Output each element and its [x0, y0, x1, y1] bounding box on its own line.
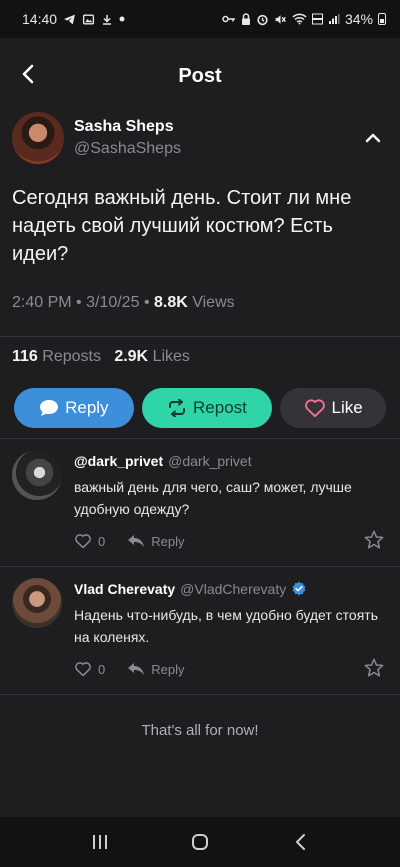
post-time: 2:40 PM [12, 294, 72, 311]
gallery-icon [82, 13, 95, 25]
repost-button[interactable]: Repost [141, 388, 273, 428]
like-label: Like [331, 398, 363, 417]
comment-like-button[interactable]: 0 [74, 533, 105, 549]
likes-label: Likes [152, 348, 190, 365]
dot-icon [119, 16, 125, 22]
alarm-icon [257, 14, 268, 25]
home-button[interactable] [180, 822, 220, 862]
key-icon [222, 15, 235, 23]
system-nav-bar [0, 817, 400, 867]
download-icon [103, 14, 112, 25]
reply-label: Reply [65, 398, 109, 417]
author-name[interactable]: Sasha Sheps [74, 117, 358, 137]
comment-text: Надень что-нибудь, в чем удобно будет ст… [74, 607, 379, 645]
lock-icon [241, 12, 250, 25]
likes-count: 2.9K [114, 348, 149, 365]
chevron-up-icon [365, 133, 381, 143]
commenter-handle: @dark_privet [168, 453, 252, 469]
likes-stat[interactable]: 2.9K Likes [114, 348, 190, 365]
comment-body: @dark_privet @dark_privet важный день для… [74, 452, 384, 520]
status-time: 14:40 [22, 11, 58, 27]
commenter-name[interactable]: Vlad Cherevaty [74, 581, 175, 597]
battery-percent: 34% [344, 11, 373, 27]
comment-reply-label: Reply [151, 533, 185, 549]
reply-arrow-icon [128, 663, 145, 675]
heart-icon [304, 399, 325, 418]
post-actions: Reply Repost Like [14, 388, 386, 428]
recents-button[interactable] [80, 822, 120, 862]
back-icon [296, 834, 305, 850]
telegram-icon [64, 14, 75, 24]
commenter-name[interactable]: @dark_privet [74, 453, 163, 469]
status-right: 34% [222, 11, 386, 27]
commenter-handle: @VladCherevaty [180, 581, 287, 597]
post-author: Sasha Sheps @SashaSheps [12, 112, 388, 164]
views-count: 8.8K [153, 294, 188, 311]
author-info[interactable]: Sasha Sheps @SashaSheps [74, 117, 358, 159]
wifi-icon [292, 13, 307, 25]
star-icon [364, 658, 384, 677]
comment-actions: 0 Reply [74, 530, 384, 552]
comment-item[interactable]: Vlad Cherevaty @VladCherevaty Надень что-… [0, 566, 400, 694]
end-of-thread-note: That's all for now! [141, 722, 259, 739]
post-text: Сегодня важный день. Стоит ли мне надеть… [12, 187, 352, 265]
comment-reply-button[interactable]: Reply [127, 534, 184, 549]
system-back-button[interactable] [280, 822, 320, 862]
collapse-button[interactable] [358, 123, 388, 153]
post-meta: 2:40 PM • 3/10/25 • 8.8K Views [12, 294, 235, 312]
repost-icon [169, 399, 186, 417]
comment-item[interactable]: @dark_privet @dark_privet важный день для… [0, 438, 400, 566]
star-icon [364, 530, 384, 549]
signal-icon [328, 14, 340, 24]
top-bar: Post [0, 38, 400, 114]
like-button[interactable]: Like [280, 388, 386, 428]
reposts-stat[interactable]: 116 Reposts [12, 348, 105, 365]
divider [0, 336, 400, 337]
author-avatar[interactable] [12, 112, 64, 164]
views-label: Views [192, 294, 235, 311]
page-title: Post [178, 64, 222, 87]
comment-text: важный день для чего, саш? может, лучше … [74, 479, 352, 517]
mute-icon [275, 14, 286, 24]
battery-icon [378, 13, 386, 25]
commenter-avatar[interactable] [12, 578, 62, 628]
meta-separator: • [76, 294, 87, 311]
recents-icon [93, 835, 107, 849]
comment-reply-button[interactable]: Reply [127, 662, 184, 677]
repost-label: Repost [193, 398, 247, 417]
divider [0, 694, 400, 695]
lte-icon [311, 13, 323, 25]
reposts-count: 116 [12, 348, 38, 365]
reply-arrow-icon [128, 535, 145, 547]
post-date: 3/10/25 [86, 294, 140, 311]
comment-header: @dark_privet @dark_privet [74, 452, 384, 470]
post-stats: 116 Reposts 2.9K Likes [12, 348, 190, 366]
status-bar: 14:40 34% [0, 0, 400, 38]
heart-icon [75, 662, 91, 677]
comment-bookmark-button[interactable] [364, 530, 384, 552]
reposts-label: Reposts [42, 348, 101, 365]
reply-button[interactable]: Reply [14, 388, 134, 428]
meta-separator: • [143, 294, 154, 311]
comment-body: Vlad Cherevaty @VladCherevaty Надень что-… [74, 580, 384, 648]
comment-actions: 0 Reply [74, 658, 384, 680]
comment-reply-label: Reply [151, 661, 185, 677]
speech-bubble-icon [40, 400, 59, 416]
back-button[interactable] [14, 60, 42, 88]
chevron-left-icon [22, 64, 34, 84]
comment-header: Vlad Cherevaty @VladCherevaty [74, 580, 384, 598]
status-left: 14:40 [22, 11, 222, 27]
commenter-avatar[interactable] [12, 450, 62, 500]
heart-icon [75, 534, 91, 549]
comment-like-count: 0 [98, 533, 106, 549]
home-icon [192, 834, 208, 850]
verified-badge-icon [292, 581, 306, 596]
comment-like-button[interactable]: 0 [74, 661, 105, 677]
author-handle: @SashaSheps [74, 140, 181, 157]
comment-like-count: 0 [98, 661, 106, 677]
comment-bookmark-button[interactable] [364, 658, 384, 680]
